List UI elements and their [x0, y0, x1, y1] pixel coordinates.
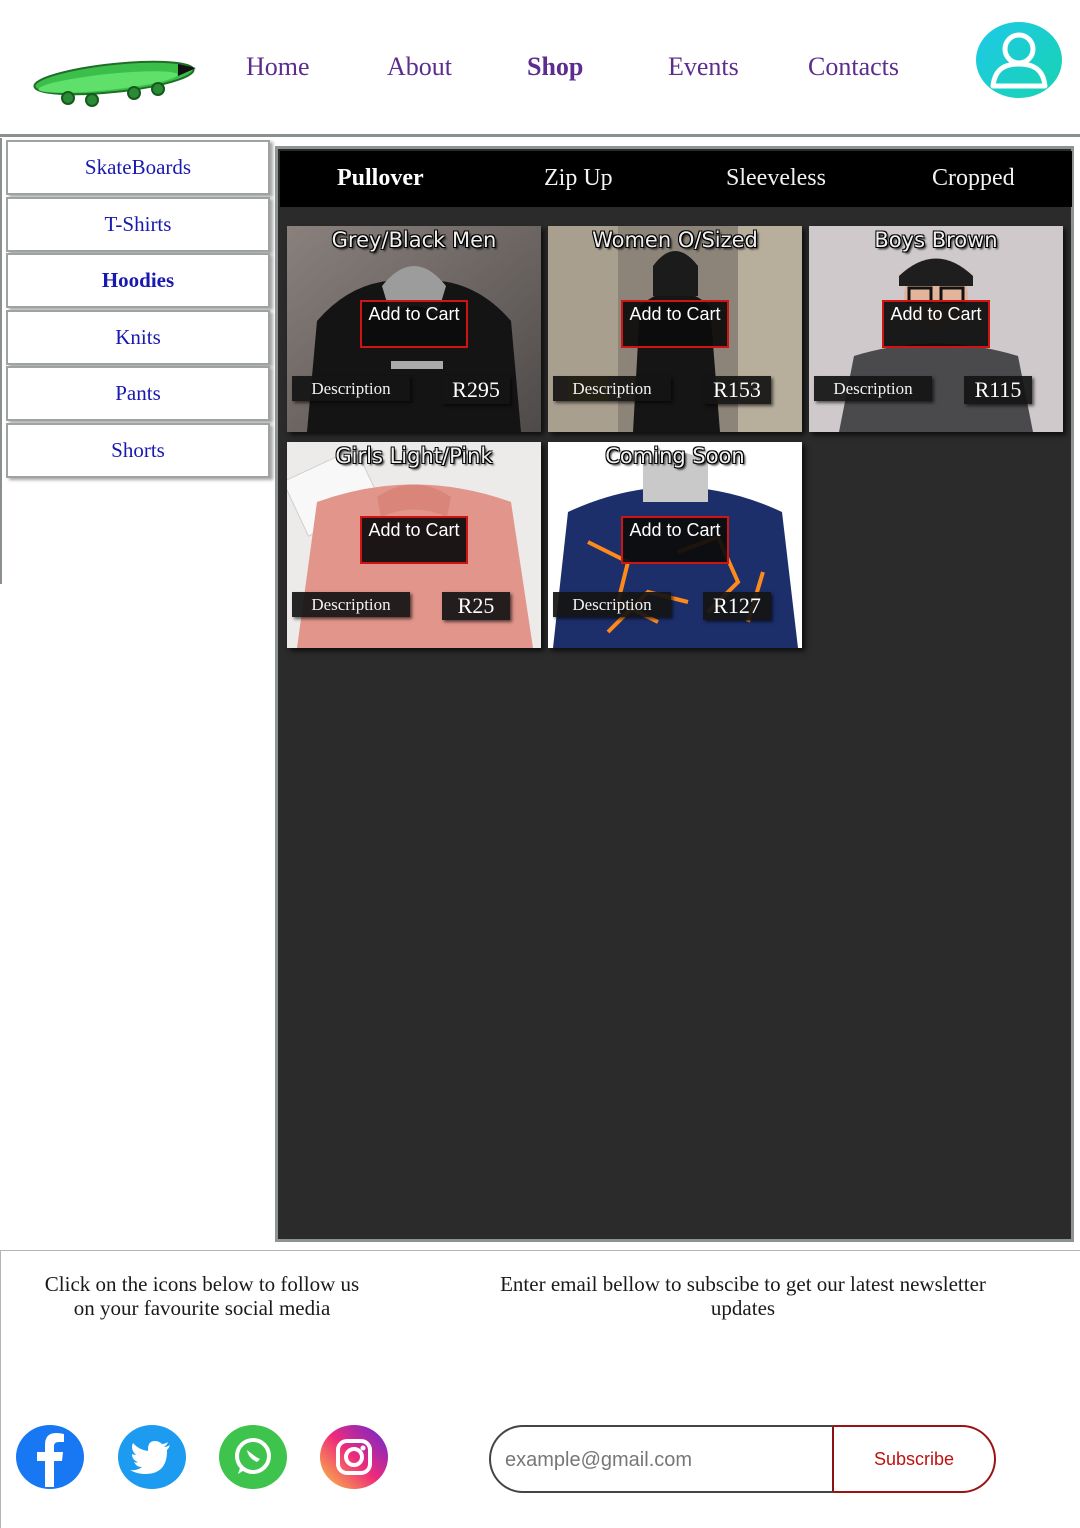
description-button[interactable]: Description	[292, 592, 410, 617]
site-header: Home About Shop Events Contacts	[0, 0, 1080, 137]
email-input[interactable]	[505, 1443, 815, 1477]
product-card: Women O/Sized Add to Cart Description R1…	[548, 226, 802, 432]
add-to-cart-button[interactable]: Add to Cart	[360, 516, 468, 564]
instagram-icon	[336, 1439, 372, 1475]
product-title: Grey/Black Men	[331, 228, 497, 252]
subscribe-button[interactable]: Subscribe	[834, 1425, 996, 1493]
add-to-cart-button[interactable]: Add to Cart	[882, 300, 990, 348]
product-card: Grey/Black Men Add to Cart Description R…	[287, 226, 541, 432]
description-button[interactable]: Description	[814, 376, 932, 401]
sidebar-item-hoodies[interactable]: Hoodies	[6, 253, 270, 308]
instagram-button[interactable]	[320, 1425, 388, 1489]
social-follow-text: Click on the icons below to follow us on…	[44, 1272, 360, 1320]
nav-events[interactable]: Events	[668, 52, 739, 82]
subcategory-tabs: Pullover Zip Up Sleeveless Cropped	[280, 151, 1072, 207]
tab-sleeveless[interactable]: Sleeveless	[726, 165, 826, 192]
add-to-cart-button[interactable]: Add to Cart	[621, 516, 729, 564]
profile-button[interactable]	[976, 22, 1062, 98]
product-title: Women O/Sized	[592, 228, 758, 252]
whatsapp-icon	[235, 1438, 271, 1474]
product-price: R295	[442, 376, 510, 404]
nav-shop[interactable]: Shop	[527, 52, 583, 82]
product-card: Boys Brown Add to Cart Description R115	[809, 226, 1063, 432]
product-card: Girls Light/Pink Add to Cart Description…	[287, 442, 541, 648]
nav-contacts[interactable]: Contacts	[808, 52, 899, 82]
product-title: Coming Soon	[605, 444, 745, 468]
description-button[interactable]: Description	[553, 592, 671, 617]
facebook-button[interactable]	[16, 1425, 84, 1489]
description-button[interactable]: Description	[553, 376, 671, 401]
tab-zip-up[interactable]: Zip Up	[544, 165, 613, 192]
tab-cropped[interactable]: Cropped	[932, 165, 1015, 192]
product-title: Girls Light/Pink	[335, 444, 493, 468]
add-to-cart-button[interactable]: Add to Cart	[360, 300, 468, 348]
weskate-logo[interactable]	[28, 26, 200, 112]
twitter-icon	[130, 1441, 170, 1474]
sidebar-item-shorts[interactable]: Shorts	[6, 423, 270, 478]
twitter-button[interactable]	[118, 1425, 186, 1489]
product-price: R115	[964, 376, 1032, 404]
category-sidebar: SkateBoards T-Shirts Hoodies Knits Pants…	[0, 138, 272, 584]
tab-pullover[interactable]: Pullover	[337, 165, 424, 192]
nav-about[interactable]: About	[387, 52, 452, 82]
sidebar-item-tshirts[interactable]: T-Shirts	[6, 197, 270, 252]
product-price: R25	[442, 592, 510, 620]
sidebar-item-skateboards[interactable]: SkateBoards	[6, 140, 270, 195]
newsletter-text: Enter email bellow to subscibe to get ou…	[500, 1272, 986, 1320]
email-field-wrapper	[489, 1425, 834, 1493]
product-card: Coming Soon Add to Cart Description R127	[548, 442, 802, 648]
whatsapp-button[interactable]	[219, 1425, 287, 1489]
product-price: R153	[703, 376, 771, 404]
product-panel: Pullover Zip Up Sleeveless Cropped Grey/…	[275, 146, 1074, 1242]
sidebar-item-pants[interactable]: Pants	[6, 366, 270, 421]
add-to-cart-button[interactable]: Add to Cart	[621, 300, 729, 348]
product-price: R127	[703, 592, 771, 620]
nav-home[interactable]: Home	[246, 52, 310, 82]
description-button[interactable]: Description	[292, 376, 410, 401]
sidebar-item-knits[interactable]: Knits	[6, 310, 270, 365]
facebook-icon	[37, 1433, 64, 1487]
user-icon	[990, 32, 1048, 89]
product-title: Boys Brown	[874, 228, 998, 252]
